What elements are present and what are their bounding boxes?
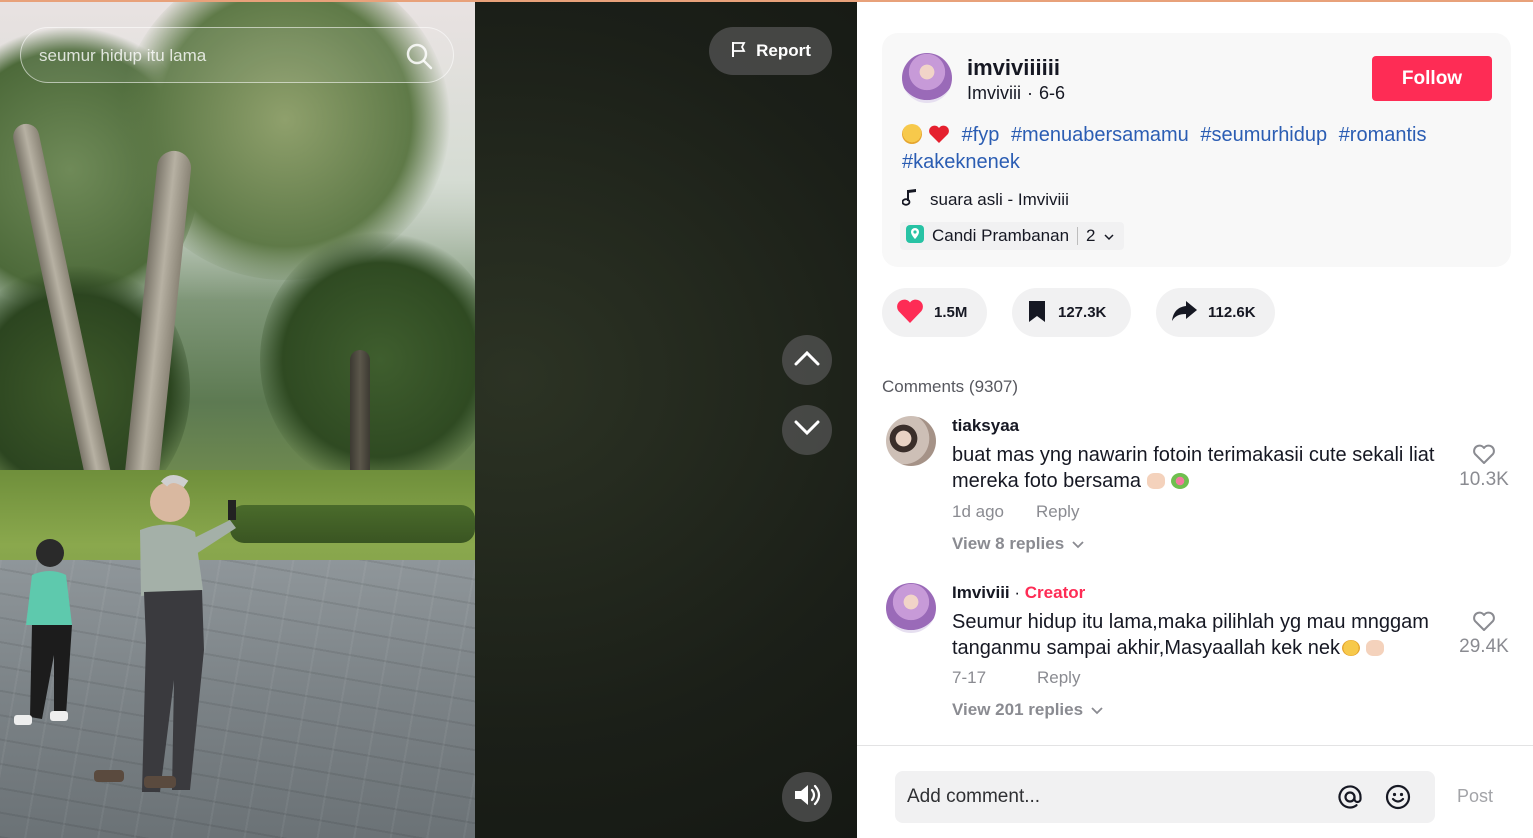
subline-separator: ·	[1027, 83, 1033, 103]
share-icon	[1170, 299, 1198, 327]
like-button[interactable]: 1.5M	[882, 288, 987, 337]
post-caption: #fyp #menuabersamamu #seumurhidup #roman…	[902, 122, 1482, 176]
volume-icon	[793, 783, 821, 812]
flag-icon	[730, 40, 748, 63]
view-replies-link[interactable]: View 201 replies	[952, 700, 1103, 720]
video-frame[interactable]	[0, 0, 475, 838]
comment-body: buat mas yng nawarin fotoin terimakasii …	[952, 444, 1435, 492]
report-label: Report	[756, 41, 811, 60]
view-replies-link[interactable]: View 8 replies	[952, 534, 1084, 554]
grandfather-figure	[94, 475, 236, 792]
comment-item: Imviviii · Creator Seumur hidup itu lama…	[886, 583, 1526, 733]
next-video-button[interactable]	[782, 405, 832, 455]
child-figure	[14, 539, 72, 725]
hashtag-link[interactable]: #kakeknenek	[902, 151, 1020, 173]
comment-like-button[interactable]: 29.4K	[1454, 610, 1514, 658]
chevron-down-icon	[1103, 226, 1114, 246]
save-button[interactable]: 127.3K	[1012, 288, 1131, 337]
post-date: 6-6	[1039, 83, 1066, 103]
reply-link[interactable]: Reply	[1036, 502, 1079, 522]
location-pin-icon	[906, 224, 924, 248]
search-bar[interactable]	[20, 27, 454, 83]
video-hedge	[230, 505, 475, 543]
pleading-face-emoji	[902, 124, 922, 144]
comment-input[interactable]	[907, 785, 1307, 809]
share-button[interactable]: 112.6K	[1156, 288, 1275, 337]
chevron-down-icon	[1091, 700, 1103, 720]
comment-item: tiaksyaa buat mas yng nawarin fotoin ter…	[886, 416, 1526, 566]
location-divider	[1077, 227, 1079, 245]
commenter-name[interactable]: tiaksyaa	[952, 416, 1019, 436]
commenter-name-text[interactable]: Imviviii	[952, 583, 1010, 602]
previous-video-button[interactable]	[782, 335, 832, 385]
search-icon[interactable]	[405, 42, 433, 70]
view-replies-label: View 8 replies	[952, 534, 1065, 553]
heart-outline-icon	[1454, 610, 1514, 632]
comment-like-count: 29.4K	[1459, 636, 1509, 657]
search-input[interactable]	[39, 44, 379, 68]
heart-icon	[896, 298, 924, 328]
heart-outline-icon	[1454, 443, 1514, 465]
location-count: 2	[1086, 226, 1096, 245]
hashtag-link[interactable]: #fyp	[962, 124, 1000, 146]
engagement-actions: 1.5M 127.3K 112.6K	[882, 288, 1275, 337]
volume-button[interactable]	[782, 772, 832, 822]
music-note-icon	[901, 188, 918, 211]
comment-like-count: 10.3K	[1459, 469, 1509, 490]
comments-header: Comments (9307)	[882, 377, 1019, 396]
author-username[interactable]: imviviiiiii	[967, 55, 1060, 81]
mention-icon[interactable]	[1337, 784, 1363, 815]
reply-link[interactable]: Reply	[1037, 668, 1080, 688]
music-link[interactable]: suara asli - Imviviii	[901, 188, 1069, 211]
hashtag-link[interactable]: #seumurhidup	[1200, 124, 1327, 146]
chevron-down-icon	[1072, 534, 1084, 554]
tiktok-video-page: Report imviviiiiii Imviviii · 6-6	[0, 0, 1533, 838]
heart-hands-emoji	[1366, 640, 1384, 656]
post-button[interactable]: Post	[1457, 786, 1493, 807]
top-accent-line	[0, 0, 1533, 2]
red-heart-emoji	[928, 124, 950, 144]
video-area[interactable]: Report	[0, 0, 857, 838]
comment-input-wrapper[interactable]	[895, 771, 1435, 823]
heart-hands-emoji	[1146, 473, 1165, 489]
author-avatar[interactable]	[902, 53, 952, 103]
emoji-icon[interactable]	[1385, 784, 1411, 815]
commenter-name: Imviviii · Creator	[952, 583, 1085, 603]
follow-button[interactable]: Follow	[1372, 56, 1492, 101]
post-info-card: imviviiiiii Imviviii · 6-6 Follow #fyp #…	[882, 33, 1511, 267]
comment-meta: 7-17 Reply	[952, 668, 1080, 688]
chevron-up-icon	[794, 350, 820, 371]
location-chip[interactable]: Candi Prambanan 2	[900, 222, 1124, 250]
commenter-avatar[interactable]	[886, 583, 936, 633]
bookmark-icon	[1026, 299, 1048, 327]
pleading-face-emoji	[1342, 640, 1360, 656]
author-display-name[interactable]: Imviviii	[967, 83, 1021, 104]
comment-time: 1d ago	[952, 502, 1004, 521]
comment-text: buat mas yng nawarin fotoin terimakasii …	[952, 442, 1462, 494]
comment-like-button[interactable]: 10.3K	[1454, 443, 1514, 491]
hashtag-link[interactable]: #menuabersamamu	[1011, 124, 1189, 146]
comment-text: Seumur hidup itu lama,maka pilihlah yg m…	[952, 609, 1462, 661]
like-count: 1.5M	[934, 304, 968, 321]
comment-composer: Post	[857, 745, 1533, 838]
location-name: Candi Prambanan	[932, 226, 1070, 245]
commenter-avatar[interactable]	[886, 416, 936, 466]
report-button[interactable]: Report	[709, 27, 832, 75]
bouquet-emoji	[1170, 473, 1189, 489]
comment-time: 7-17	[952, 668, 987, 687]
hashtag-link[interactable]: #romantis	[1339, 124, 1427, 146]
details-panel: imviviiiiii Imviviii · 6-6 Follow #fyp #…	[857, 0, 1533, 838]
music-title: suara asli - Imviviii	[930, 189, 1069, 209]
tree-trunk	[350, 350, 370, 490]
share-count: 112.6K	[1208, 304, 1256, 321]
chevron-down-icon	[794, 420, 820, 441]
author-subline: Imviviii · 6-6	[967, 83, 1065, 104]
comment-meta: 1d ago Reply	[952, 502, 1079, 522]
save-count: 127.3K	[1058, 304, 1107, 321]
badge-separator: ·	[1014, 583, 1021, 602]
creator-badge: Creator	[1024, 583, 1086, 602]
view-replies-label: View 201 replies	[952, 700, 1084, 719]
